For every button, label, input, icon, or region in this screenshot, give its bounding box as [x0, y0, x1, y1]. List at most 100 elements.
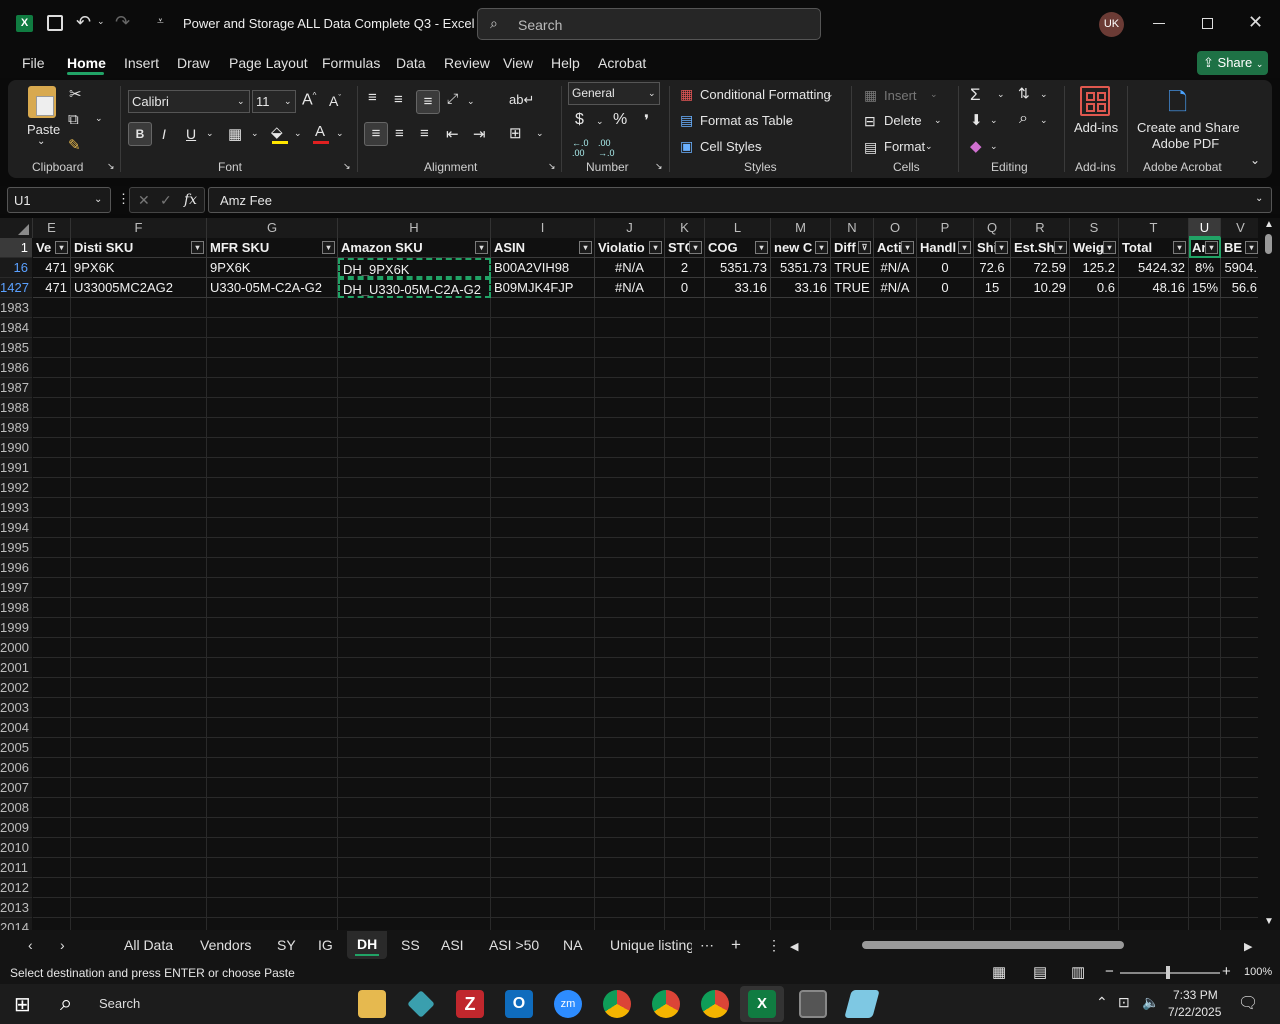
table-header-cell[interactable]: Est.Shi ▾ — [1011, 238, 1070, 258]
grid-row[interactable] — [33, 578, 1258, 598]
grid-row[interactable] — [33, 318, 1258, 338]
borders-icon[interactable]: ▦ — [228, 125, 242, 143]
paste-button[interactable]: Paste — [27, 122, 60, 137]
align-right-icon[interactable]: ≡ — [420, 125, 429, 142]
currency-icon[interactable]: $ — [575, 111, 584, 129]
tab-draw[interactable]: Draw — [177, 55, 210, 71]
column-header-q[interactable]: Q — [974, 218, 1011, 238]
sort-filter-icon[interactable]: ⇅ — [1018, 85, 1030, 102]
align-left-icon[interactable]: ≡ — [364, 122, 388, 146]
grid-row[interactable] — [33, 478, 1258, 498]
find-select-icon[interactable]: ⌕ — [1019, 110, 1028, 128]
grid-row[interactable] — [33, 898, 1258, 918]
comma-style-icon[interactable]: ❜ — [644, 111, 649, 131]
grid-row[interactable] — [33, 838, 1258, 858]
restore-icon[interactable] — [1202, 18, 1213, 29]
table-cell[interactable]: 15 — [974, 278, 1011, 298]
grid-row[interactable] — [33, 618, 1258, 638]
increase-decimal-icon[interactable]: ←.0.00 — [572, 138, 589, 158]
excel-icon[interactable]: X — [748, 990, 776, 1018]
zoom-level[interactable]: 100% — [1244, 966, 1272, 978]
network-icon[interactable]: ⊡ — [1118, 994, 1130, 1011]
row-header[interactable]: 2003 — [0, 698, 32, 718]
sheet-tab-ss[interactable]: SS — [401, 937, 420, 953]
horizontal-scroll-thumb[interactable] — [862, 941, 1124, 949]
underline-button[interactable]: U — [186, 126, 196, 142]
currency-dropdown-icon[interactable]: ⌄ — [596, 116, 604, 127]
copy-icon[interactable]: ⧉ — [68, 111, 79, 128]
filter-applied-icon[interactable]: ⊽ — [858, 241, 871, 254]
decrease-decimal-icon[interactable]: .00 →.0 — [598, 138, 615, 158]
font-color-icon[interactable]: A — [315, 123, 325, 140]
find-select-dropdown-icon[interactable]: ⌄ — [1040, 115, 1048, 126]
formula-input[interactable]: Amz Fee ⌄ — [208, 187, 1272, 213]
sheet-tab-asi-50[interactable]: ASI >50 — [489, 937, 539, 953]
start-icon[interactable]: ⊞ — [14, 992, 31, 1017]
column-header-l[interactable]: L — [705, 218, 771, 238]
filter-dropdown-icon[interactable]: ▾ — [1173, 241, 1186, 254]
grid-row[interactable] — [33, 538, 1258, 558]
grid-row[interactable] — [33, 338, 1258, 358]
autosum-icon[interactable]: Σ — [970, 85, 981, 105]
row-header[interactable]: 1986 — [0, 358, 32, 378]
tab-options-icon[interactable]: ⋮ — [767, 937, 781, 954]
create-pdf-button-line1[interactable]: Create and Share — [1137, 120, 1240, 135]
row-header[interactable]: 1983 — [0, 298, 32, 318]
grid-row[interactable] — [33, 398, 1258, 418]
row-header[interactable]: 1992 — [0, 478, 32, 498]
table-cell[interactable]: 0 — [917, 278, 974, 298]
column-header-j[interactable]: J — [595, 218, 665, 238]
filter-dropdown-icon[interactable]: ▾ — [958, 241, 971, 254]
grid-row[interactable] — [33, 598, 1258, 618]
filter-dropdown-icon[interactable]: ▾ — [1054, 241, 1067, 254]
table-cell[interactable]: 10.29 — [1011, 278, 1070, 298]
sheet-tab-ig[interactable]: IG — [318, 937, 333, 953]
row-header[interactable]: 2010 — [0, 838, 32, 858]
delete-cells-button[interactable]: Delete — [884, 113, 922, 128]
column-header-t[interactable]: T — [1119, 218, 1189, 238]
share-button[interactable]: ⇪ Share ⌄ — [1197, 51, 1268, 75]
font-size-select[interactable]: 11 ⌄ — [252, 90, 296, 113]
table-header-cell[interactable]: Ar ▾ — [1189, 238, 1221, 258]
table-cell[interactable]: #N/A — [874, 278, 917, 298]
row-header[interactable]: 1987 — [0, 378, 32, 398]
show-hidden-icons-icon[interactable]: ⌃ — [1096, 994, 1108, 1011]
table-header-cell[interactable]: Weig ▾ — [1070, 238, 1119, 258]
table-cell[interactable]: 15% — [1189, 278, 1221, 298]
filter-dropdown-icon[interactable]: ▾ — [191, 241, 204, 254]
table-cell[interactable]: 0 — [917, 258, 974, 278]
clear-icon[interactable]: ◆ — [970, 137, 982, 155]
format-as-table-button[interactable]: Format as Table — [700, 113, 793, 128]
table-cell[interactable]: 0.6 — [1070, 278, 1119, 298]
table-header-cell[interactable]: Amazon SKU ▾ — [338, 238, 491, 258]
table-cell[interactable]: 33.16 — [771, 278, 831, 298]
page-layout-view-icon[interactable]: ▤ — [1033, 963, 1047, 981]
row-header[interactable]: 1984 — [0, 318, 32, 338]
table-cell[interactable]: #N/A — [595, 278, 665, 298]
sheet-tab-sy[interactable]: SY — [277, 937, 296, 953]
row-header[interactable]: 1 — [0, 238, 32, 258]
grid-row[interactable] — [33, 518, 1258, 538]
font-name-select[interactable]: Calibri ⌄ — [128, 90, 250, 113]
collapse-ribbon-icon[interactable]: ⌄ — [1250, 153, 1260, 167]
row-header[interactable]: 2004 — [0, 718, 32, 738]
grid-row[interactable] — [33, 638, 1258, 658]
column-header-o[interactable]: O — [874, 218, 917, 238]
row-header[interactable]: 1985 — [0, 338, 32, 358]
table-header-cell[interactable]: STC ▾ — [665, 238, 705, 258]
column-header-p[interactable]: P — [917, 218, 974, 238]
row-header[interactable]: 1993 — [0, 498, 32, 518]
row-header[interactable]: 1991 — [0, 458, 32, 478]
table-cell[interactable]: B09MJK4FJP — [491, 278, 595, 298]
percent-icon[interactable]: % — [613, 111, 627, 129]
table-header-cell[interactable]: ASIN ▾ — [491, 238, 595, 258]
grid-row[interactable] — [33, 698, 1258, 718]
scroll-tabs-right-icon[interactable]: › — [60, 937, 65, 953]
table-cell[interactable]: 5351.73 — [771, 258, 831, 278]
grid-row[interactable] — [33, 298, 1258, 318]
conditional-formatting-button[interactable]: Conditional Formatting — [700, 87, 831, 102]
sheet-tab-vendors[interactable]: Vendors — [200, 937, 251, 953]
copy-dropdown-icon[interactable]: ⌄ — [95, 113, 103, 124]
table-cell[interactable]: 5351.73 — [705, 258, 771, 278]
filter-dropdown-icon[interactable]: ▾ — [689, 241, 702, 254]
